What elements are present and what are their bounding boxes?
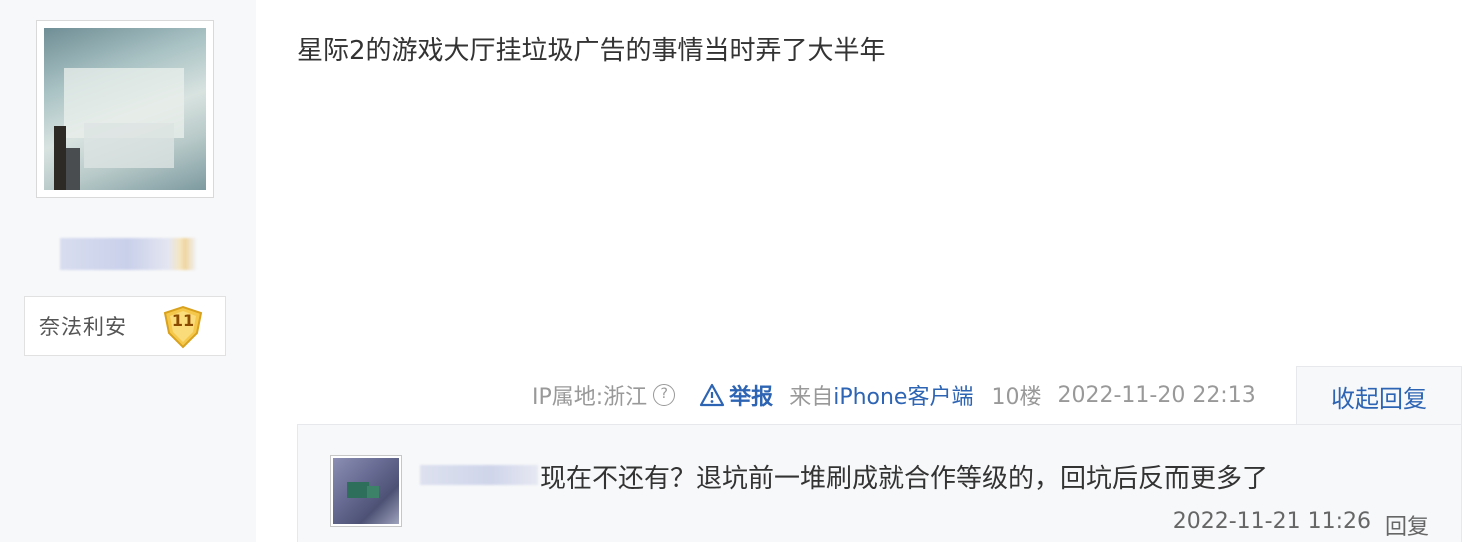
badge-level-number: 11: [171, 311, 195, 330]
collapse-reply-button[interactable]: 收起回复: [1296, 366, 1462, 426]
help-circle-icon[interactable]: ?: [653, 384, 676, 406]
author-username-redacted[interactable]: [60, 238, 196, 270]
author-avatar-image: [44, 28, 206, 190]
reply-avatar[interactable]: [330, 455, 402, 527]
author-avatar[interactable]: [36, 20, 214, 198]
ip-location: IP属地:浙江: [532, 385, 648, 410]
client-brand-link[interactable]: iPhone客户端: [833, 385, 973, 410]
reply-meta: 2022-11-21 11:26 回复: [1173, 509, 1429, 541]
forum-badge[interactable]: 奈法利安 11: [24, 296, 226, 356]
reply-username-redacted[interactable]: [420, 465, 538, 485]
reply-button[interactable]: 回复: [1385, 509, 1429, 541]
badge-name: 奈法利安: [39, 315, 127, 339]
floor-number: 10楼: [991, 385, 1042, 410]
client-source: 来自iPhone客户端: [789, 379, 973, 411]
post-meta: IP属地:浙江 ? 举报 来自iPhone客户端 10楼 2022-11-20 …: [532, 378, 1256, 412]
post-datetime: 2022-11-20 22:13: [1057, 382, 1256, 408]
author-sidebar: 奈法利安 11: [0, 0, 256, 542]
reply-datetime: 2022-11-21 11:26: [1172, 509, 1371, 534]
post-content: 星际2的游戏大厅挂垃圾广告的事情当时弄了大半年: [297, 36, 886, 66]
report-label: 举报: [729, 385, 774, 410]
warning-triangle-icon: [700, 383, 725, 407]
reply-panel: 现在不还有？退坑前一堆刷成就合作等级的，回坑后反而更多了 2022-11-21 …: [297, 424, 1462, 542]
level-shield-icon: 11: [161, 305, 205, 349]
reply-content: 现在不还有？退坑前一堆刷成就合作等级的，回坑后反而更多了: [540, 464, 1269, 494]
report-button[interactable]: 举报: [699, 379, 773, 411]
client-prefix: 来自: [789, 385, 834, 410]
reply-avatar-image: [333, 458, 399, 524]
